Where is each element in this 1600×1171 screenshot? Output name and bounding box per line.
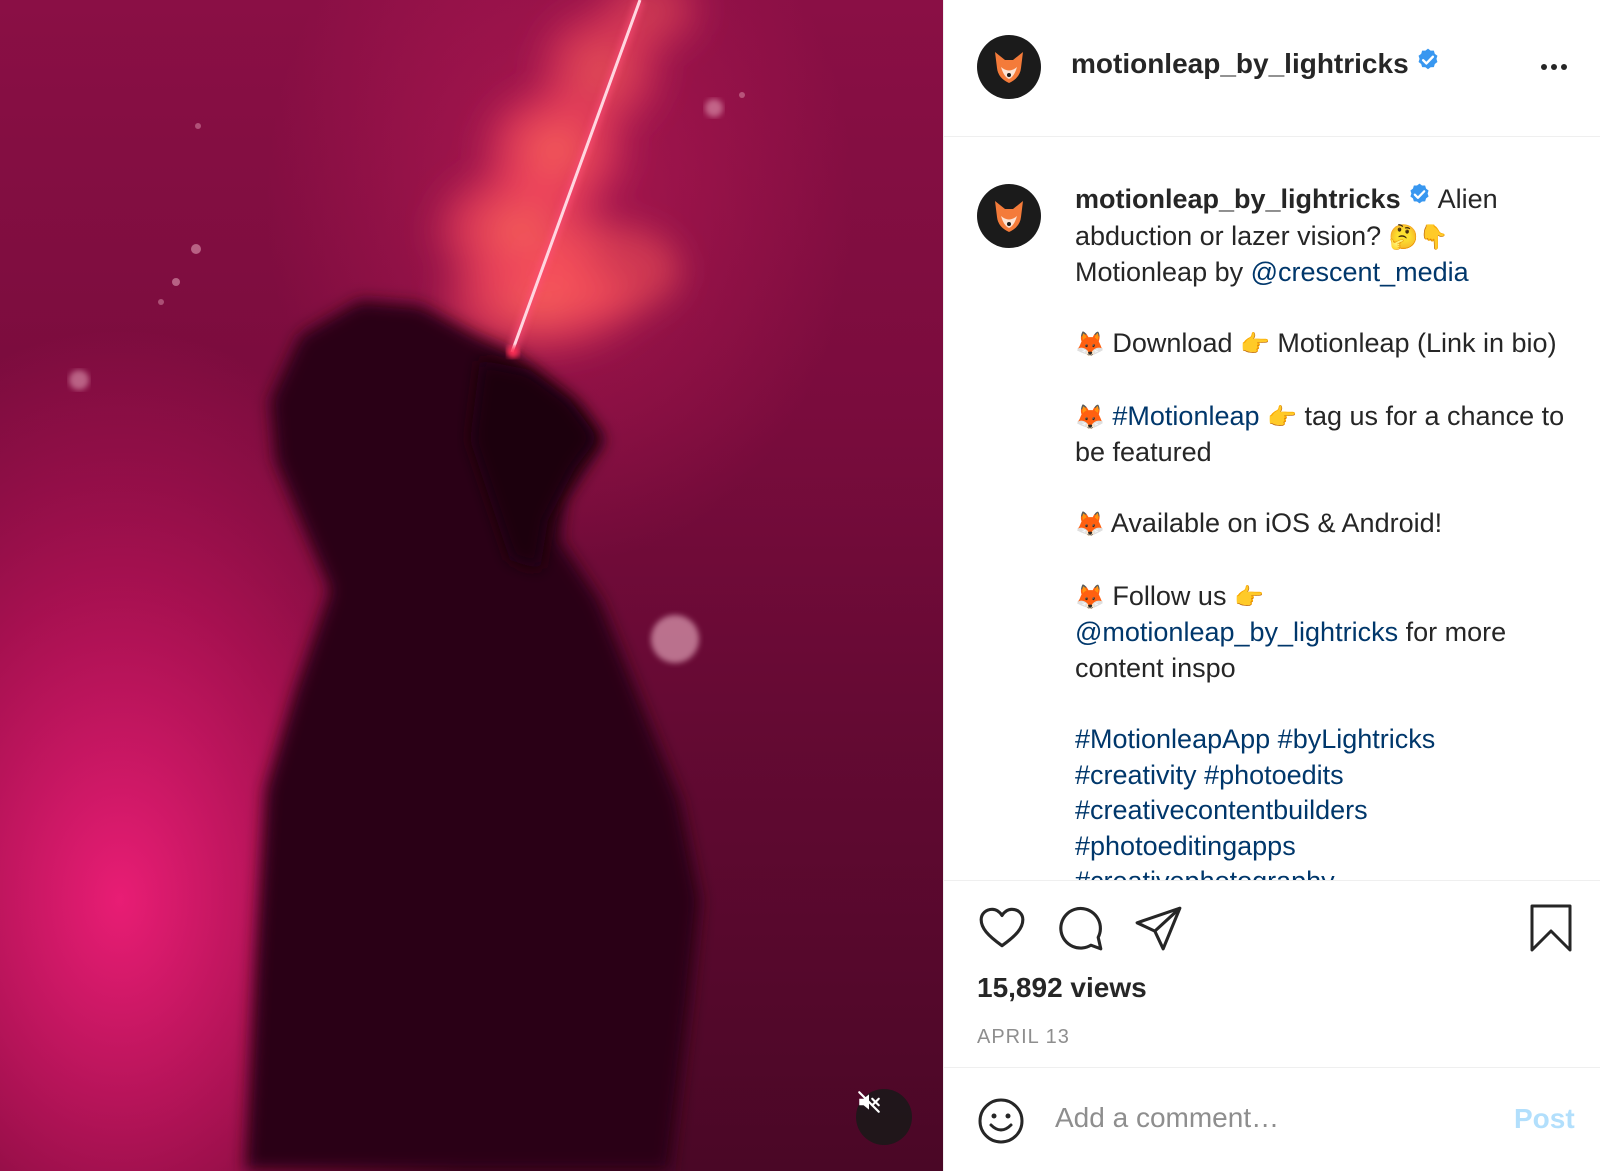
fox-emoji: 🦊 [1075,402,1105,431]
more-options-button[interactable] [1534,52,1574,82]
caption-available-line: 🦊 Available on iOS & Android! [1075,506,1580,543]
credit-prefix: Motionleap by [1075,257,1244,288]
post-comment-button[interactable]: Post [1514,1103,1575,1135]
view-count[interactable]: 15,892 views [977,972,1147,1004]
post-header: motionleap_by_lightricks [944,0,1600,137]
bookmark-icon [1530,904,1572,952]
comment-input[interactable] [1055,1096,1485,1140]
hashtag-link[interactable]: #MotionleapApp [1075,724,1270,754]
hashtag-link[interactable]: #creativecontentbuilders [1075,795,1368,825]
follow-text: Follow us [1112,580,1227,611]
share-button[interactable] [1134,903,1184,958]
pointing-right-emoji: 👉 [1267,402,1297,431]
post-caption: motionleap_by_lightricks Alien abduction… [1075,182,1580,880]
caption-author-username[interactable]: motionleap_by_lightricks [1075,184,1401,214]
save-button[interactable] [1529,903,1573,958]
download-text-2: Motionleap (Link in bio) [1277,328,1557,359]
hashtag-link[interactable]: #photoeditingapps [1075,831,1296,861]
hashtag-link[interactable]: #creativephotography [1075,866,1335,880]
fox-logo-icon [995,52,1023,83]
verified-badge-icon [1418,48,1438,70]
caption-download-line: 🦊 Download 👉 Motionleap (Link in bio) [1075,326,1580,363]
available-text: Available on iOS & Android! [1110,508,1443,539]
heart-icon [979,907,1025,948]
thinking-pointing-emoji: 🤔👇 [1388,222,1449,251]
pointing-right-emoji: 👉 [1233,582,1264,611]
person-silhouette [245,300,700,1171]
fox-emoji: 🦊 [1075,510,1105,539]
hashtag-link[interactable]: #photoedits [1204,760,1344,790]
fox-emoji: 🦊 [1075,582,1105,611]
post-actions: 15,892 views APRIL 13 [944,880,1600,1067]
credit-mention-link[interactable]: @crescent_media [1251,257,1469,287]
avatar[interactable] [977,35,1041,99]
verified-badge-icon [1410,183,1429,204]
speaker-muted-icon [858,1091,880,1113]
caption-author-avatar[interactable] [977,184,1041,248]
comments-section[interactable]: motionleap_by_lightricks Alien abduction… [944,138,1600,880]
hashtag-link[interactable]: #creativity [1075,760,1197,790]
pointing-right-emoji: 👉 [1240,330,1270,359]
smoke-plume [425,0,710,360]
username-text[interactable]: motionleap_by_lightricks [1071,48,1409,79]
post-side-panel: motionleap_by_lightricks motionleap_by_l… [943,0,1600,1171]
caption-follow-line: 🦊 Follow us 👉 @motionleap_by_lightricks … [1075,579,1580,687]
paper-plane-icon [1135,906,1182,951]
caption-hashtags: #MotionleapApp #byLightricks #creativity… [1075,722,1580,880]
comment-button[interactable] [1056,903,1106,958]
download-text: Download [1112,328,1233,359]
hashtag-link[interactable]: #byLightricks [1278,724,1436,754]
post-author-username[interactable]: motionleap_by_lightricks [1071,48,1441,82]
fox-emoji: 🦊 [1075,330,1105,359]
video-frame-artwork [69,0,745,1171]
post-date[interactable]: APRIL 13 [977,1026,1070,1049]
hashtag-motionleap-link[interactable]: #Motionleap [1112,401,1259,431]
mute-toggle-button[interactable] [856,1089,912,1145]
like-button[interactable] [977,903,1027,958]
smiley-icon [978,1098,1024,1144]
caption-tag-line: 🦊 #Motionleap 👉 tag us for a chance to b… [1075,399,1580,471]
follow-mention-link[interactable]: @motionleap_by_lightricks [1075,617,1398,647]
post-media-video[interactable] [0,0,943,1171]
fox-logo-icon [995,201,1023,232]
add-comment-bar: Post [944,1067,1600,1171]
comment-bubble-icon [1059,906,1103,951]
more-options-icon [1541,64,1567,70]
emoji-picker-button[interactable] [977,1097,1025,1150]
